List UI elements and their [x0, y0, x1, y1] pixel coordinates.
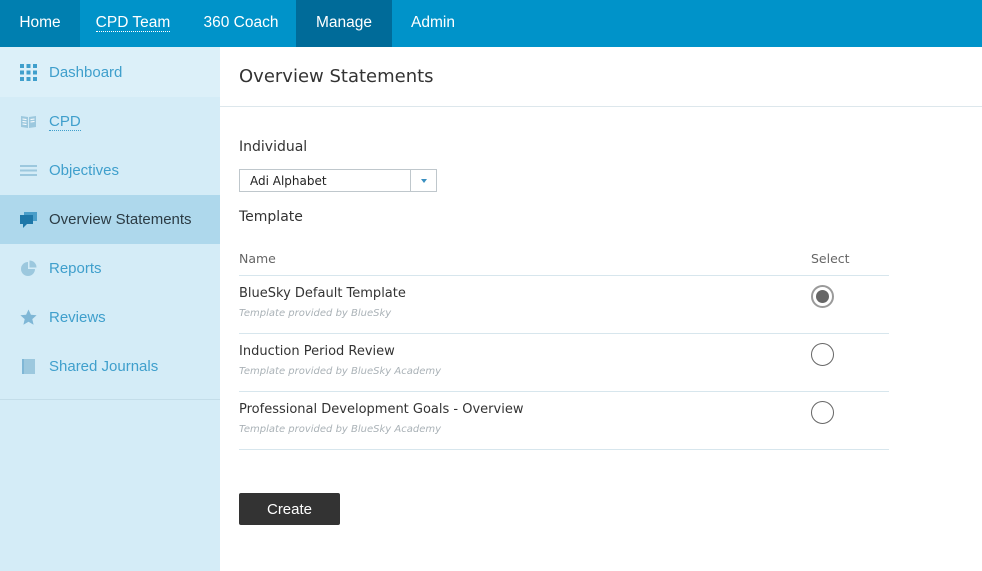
sidebar-item-reports[interactable]: Reports	[0, 244, 220, 293]
template-label: Template	[239, 209, 303, 225]
nav-admin-label: Admin	[411, 14, 455, 31]
template-name: Professional Development Goals - Overvie…	[239, 402, 524, 417]
nav-home-label: Home	[19, 14, 61, 31]
template-provider: Template provided by BlueSky Academy	[239, 366, 442, 377]
nav-cpd-team[interactable]: CPD Team	[80, 0, 186, 47]
table-row: Professional Development Goals - Overvie…	[239, 392, 889, 450]
individual-label: Individual	[239, 139, 308, 155]
nav-manage-label: Manage	[315, 14, 372, 31]
sidebar-item-label: Overview Statements	[49, 211, 192, 228]
sidebar-item-label: Reviews	[49, 309, 106, 326]
sidebar-item-label: Shared Journals	[49, 358, 159, 375]
sidebar-item-label: Dashboard	[49, 63, 123, 81]
template-table: Name Select BlueSky Default Template Tem…	[239, 249, 889, 450]
main-content: Overview Statements Individual Adi Alpha…	[220, 47, 982, 571]
template-provider: Template provided by BlueSky Academy	[239, 424, 442, 435]
column-header-select: Select	[811, 251, 850, 266]
nav-360-coach[interactable]: 360 Coach	[186, 0, 296, 47]
sidebar-divider	[0, 399, 220, 400]
sidebar-item-dashboard[interactable]: Dashboard	[0, 47, 220, 97]
template-name: Induction Period Review	[239, 344, 395, 359]
sidebar-item-cpd[interactable]: CPD	[0, 97, 220, 146]
journal-icon	[20, 358, 37, 375]
template-radio[interactable]	[811, 285, 834, 308]
page-title: Overview Statements	[239, 66, 434, 87]
table-row: Induction Period Review Template provide…	[239, 334, 889, 392]
individual-select-value: Adi Alphabet	[250, 174, 327, 188]
table-header: Name Select	[239, 249, 889, 276]
sidebar-item-overview-statements[interactable]: Overview Statements	[0, 195, 220, 244]
speech-bubbles-icon	[20, 211, 37, 228]
nav-home[interactable]: Home	[0, 0, 80, 47]
column-header-name: Name	[239, 251, 276, 266]
sidebar-item-objectives[interactable]: Objectives	[0, 146, 220, 195]
sidebar-item-label: Objectives	[49, 162, 120, 179]
select-toggle[interactable]	[410, 170, 436, 191]
template-radio[interactable]	[811, 401, 834, 424]
table-row: BlueSky Default Template Template provid…	[239, 276, 889, 334]
sidebar-item-label: CPD	[49, 112, 81, 131]
title-divider	[220, 106, 982, 107]
sidebar-item-shared-journals[interactable]: Shared Journals	[0, 342, 220, 391]
create-button[interactable]: Create	[239, 493, 340, 525]
individual-select[interactable]: Adi Alphabet	[239, 169, 437, 192]
nav-cpd-team-label: CPD Team	[95, 14, 171, 32]
nav-manage[interactable]: Manage	[296, 0, 392, 47]
pie-chart-icon	[20, 260, 37, 277]
grid-icon	[20, 63, 37, 81]
book-icon	[20, 113, 37, 130]
sidebar: Dashboard CPD Objectives Overview Statem…	[0, 47, 220, 571]
nav-admin[interactable]: Admin	[392, 0, 474, 47]
sidebar-item-label: Reports	[49, 260, 102, 277]
top-navigation: Home CPD Team 360 Coach Manage Admin	[0, 0, 982, 47]
sidebar-item-reviews[interactable]: Reviews	[0, 293, 220, 342]
star-icon	[20, 309, 37, 326]
nav-360-coach-label: 360 Coach	[203, 14, 279, 31]
list-icon	[20, 162, 37, 179]
template-provider: Template provided by BlueSky	[239, 308, 392, 319]
template-name: BlueSky Default Template	[239, 286, 406, 301]
chevron-down-icon	[420, 178, 427, 183]
template-radio[interactable]	[811, 343, 834, 366]
